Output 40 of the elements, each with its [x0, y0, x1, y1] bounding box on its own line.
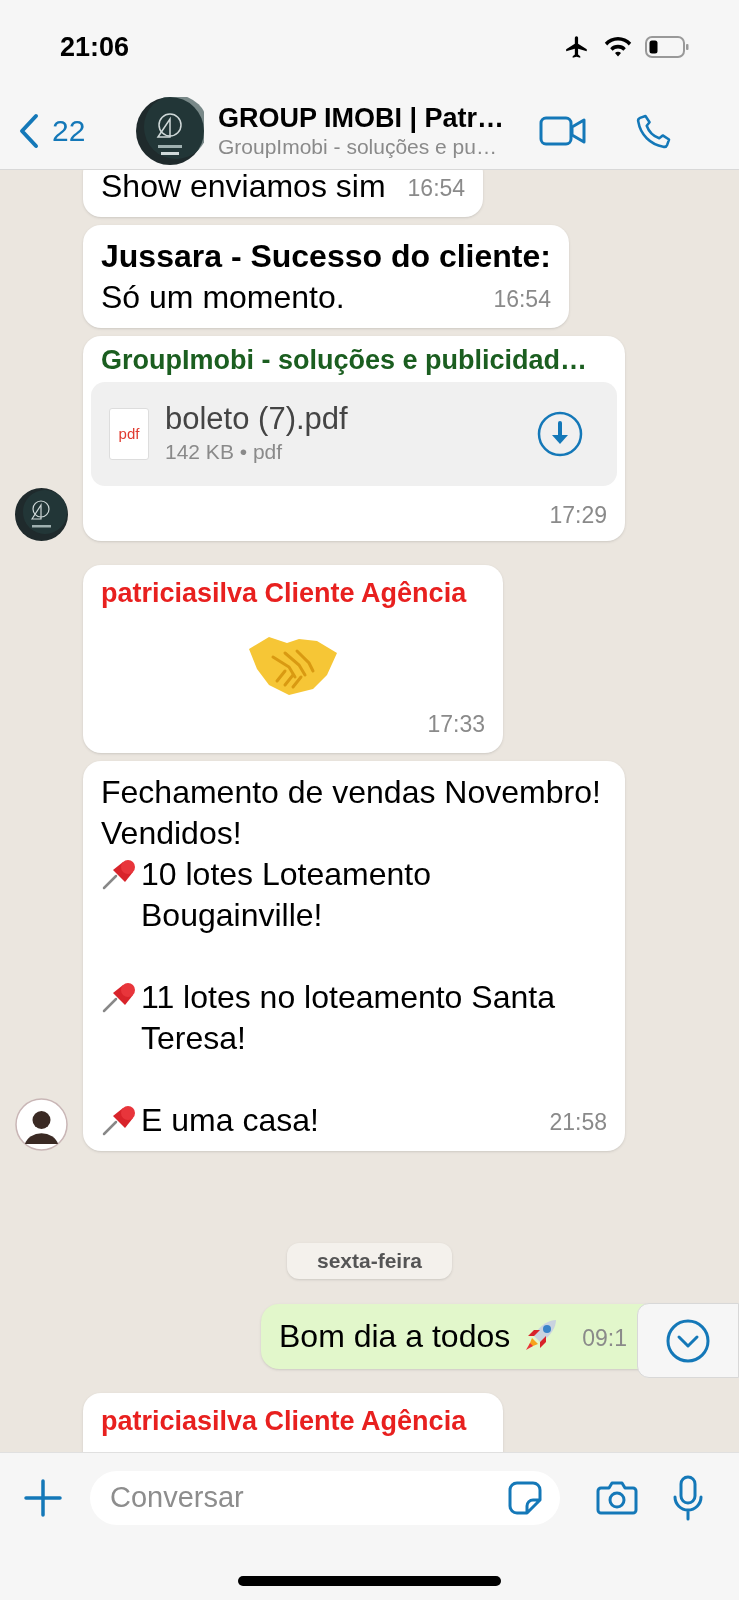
message-text: Bom dia a todos	[279, 1317, 511, 1356]
video-call-icon[interactable]	[539, 114, 587, 147]
sender-name: patriciasilva Cliente Agência	[101, 1405, 468, 1437]
sender-name: patriciasilva Cliente Agência	[101, 576, 468, 609]
chevron-down-icon[interactable]	[666, 1318, 710, 1363]
message-text: 10 lotes Loteamento Bougainville!	[141, 855, 432, 935]
message-field[interactable]: Conversar	[90, 1471, 560, 1525]
message-time: 16:54	[493, 284, 551, 314]
microphone-icon[interactable]	[672, 1475, 704, 1521]
message-time: 16:54	[407, 173, 466, 203]
file-type-label: pdf	[118, 423, 140, 444]
back-button[interactable]: 22	[18, 108, 136, 153]
message-text: Só um momento.	[101, 278, 345, 317]
message-text: Show enviamos sim	[101, 170, 386, 206]
message-text: 11 lotes no loteamento Santa Teresa!	[141, 978, 556, 1058]
chat-subtitle: GroupImobi - soluções e pu…	[218, 133, 498, 160]
message-text: Fechamento de vendas Novembro!	[101, 773, 601, 812]
message-time: 09:1	[582, 1323, 627, 1353]
message-text: Vendidos!	[101, 814, 242, 853]
sticker-icon[interactable]	[508, 1481, 542, 1515]
chat-title[interactable]: GROUP IMOBI | Patr…	[218, 101, 525, 134]
camera-icon[interactable]	[596, 1480, 638, 1516]
message-time: 21:58	[549, 1107, 607, 1137]
author-label: Jussara - Sucesso do cliente:	[101, 237, 551, 276]
date-label: sexta-feira	[286, 1243, 453, 1279]
message-time: 17:29	[549, 501, 607, 530]
status-time: 21:06	[60, 30, 130, 64]
battery-icon	[645, 35, 689, 59]
message-text: E uma casa!	[141, 1101, 319, 1140]
sender-name: GroupImobi - soluções e publicidad…	[100, 344, 589, 376]
file-card[interactable]: pdf boleto (7).pdf 142 KB • pdf	[91, 382, 617, 486]
message-input[interactable]: Conversar	[110, 1476, 508, 1520]
plus-icon[interactable]	[24, 1479, 62, 1517]
scroll-down-button[interactable]	[637, 1303, 739, 1378]
wifi-icon	[603, 35, 633, 59]
message-time: 17:33	[427, 709, 485, 739]
download-icon[interactable]	[537, 411, 583, 457]
file-name: boleto (7).pdf	[165, 401, 349, 437]
file-meta: 142 KB • pdf	[165, 439, 284, 465]
chevron-left-icon[interactable]	[18, 112, 40, 149]
